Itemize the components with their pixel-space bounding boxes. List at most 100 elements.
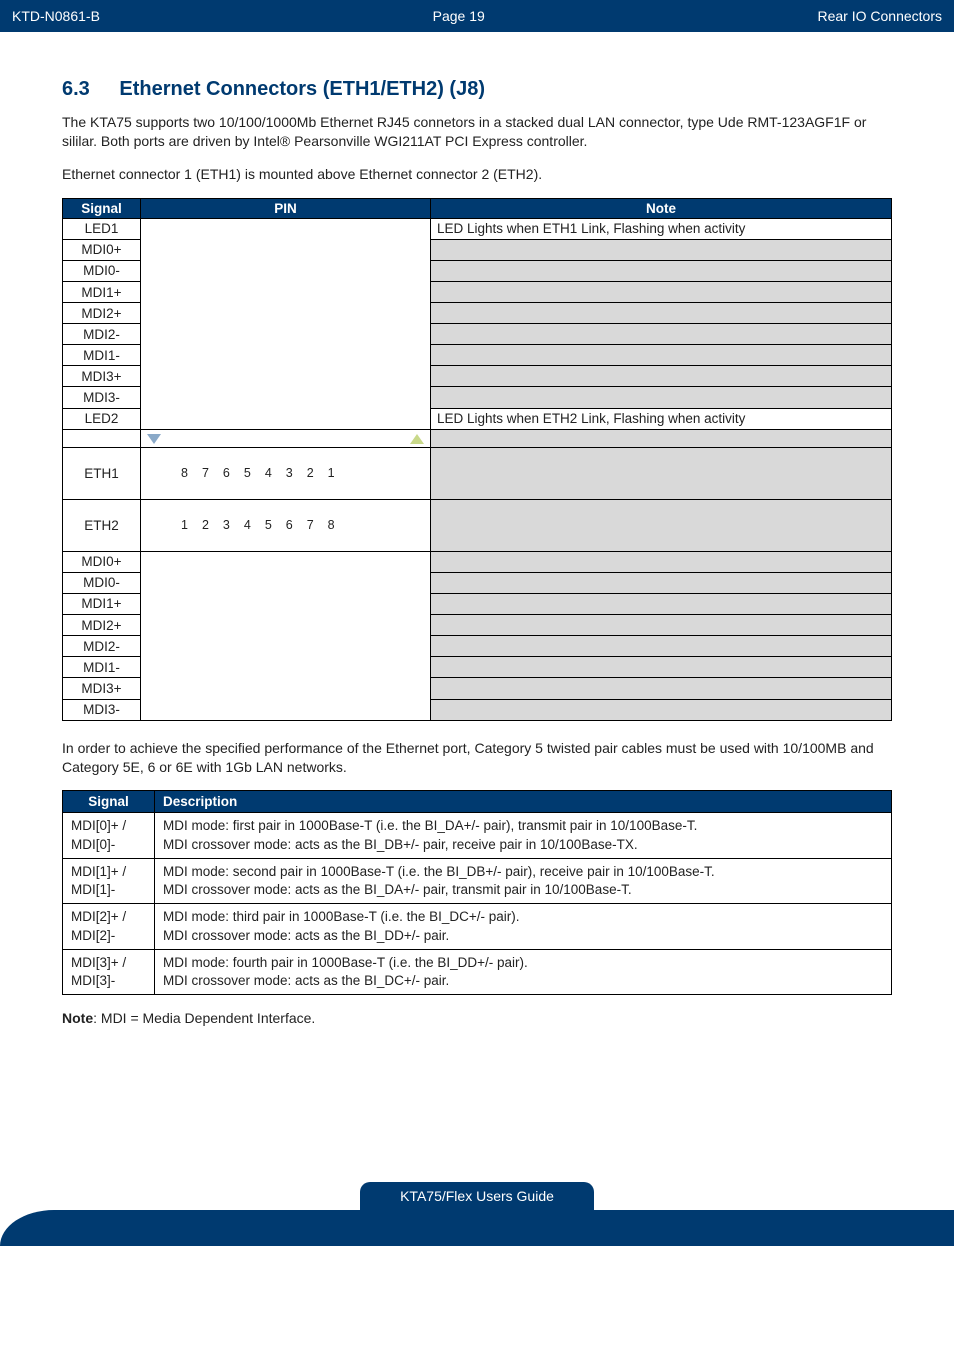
pin-num: 7: [202, 466, 209, 480]
eth2-pin-numbers: 1 2 3 4 5 6 7 8: [181, 518, 335, 532]
note-cell: [431, 429, 892, 447]
pin-num: 4: [265, 466, 272, 480]
note-cell: [431, 499, 892, 551]
desc-signal: MDI[0]+ / MDI[0]-: [63, 813, 155, 858]
pin-num: 7: [307, 518, 314, 532]
section-heading: 6.3 Ethernet Connectors (ETH1/ETH2) (J8): [62, 78, 892, 101]
desc-text: MDI mode: second pair in 1000Base-T (i.e…: [155, 858, 892, 903]
desc-signal: MDI[1]+ / MDI[1]-: [63, 858, 155, 903]
pin-th-pin: PIN: [141, 198, 431, 218]
pin-th-note: Note: [431, 198, 892, 218]
signal-cell: MDI3-: [63, 699, 141, 720]
intro-paragraph-2: Ethernet connector 1 (ETH1) is mounted a…: [62, 165, 892, 184]
signal-cell: MDI1-: [63, 345, 141, 366]
signal-cell: MDI0-: [63, 572, 141, 593]
note-cell: [431, 260, 892, 281]
pin-table: Signal PIN Note LED1 LED Lights when ETH…: [62, 198, 892, 721]
page-number: Page 19: [433, 8, 485, 24]
note-cell: [431, 699, 892, 720]
header-bar: KTD-N0861-B Page 19 Rear IO Connectors: [0, 0, 954, 32]
note-cell: [431, 387, 892, 408]
signal-cell: MDI3-: [63, 387, 141, 408]
eth1-pins-cell: 8 7 6 5 4 3 2 1: [141, 447, 431, 499]
desc-line: MDI mode: third pair in 1000Base-T (i.e.…: [163, 909, 520, 924]
footer-title: KTA75/Flex Users Guide: [360, 1182, 594, 1210]
signal-cell: MDI0+: [63, 239, 141, 260]
signal-cell: MDI0-: [63, 260, 141, 281]
eth1-label: ETH1: [63, 447, 141, 499]
signal-minus: MDI[1]-: [71, 882, 115, 897]
pin-num: 1: [328, 466, 335, 480]
pin-num: 6: [223, 466, 230, 480]
note-cell: [431, 345, 892, 366]
pin-num: 4: [244, 518, 251, 532]
signal-cell: MDI3+: [63, 678, 141, 699]
signal-cell: MDI3+: [63, 366, 141, 387]
section-title: Ethernet Connectors (ETH1/ETH2) (J8): [119, 78, 485, 100]
eth2-pins-cell: 1 2 3 4 5 6 7 8: [141, 499, 431, 551]
note-line: Note: MDI = Media Dependent Interface.: [62, 1009, 892, 1028]
signal-plus: MDI[2]+ /: [71, 909, 126, 924]
note-cell: [431, 366, 892, 387]
table-row: MDI0+: [63, 551, 892, 572]
note-cell: [431, 303, 892, 324]
desc-line: MDI crossover mode: acts as the BI_DB+/-…: [163, 837, 638, 852]
intro-paragraph-1: The KTA75 supports two 10/100/1000Mb Eth…: [62, 113, 892, 151]
page-content: 6.3 Ethernet Connectors (ETH1/ETH2) (J8)…: [0, 32, 954, 1062]
footer-curve: [0, 1210, 954, 1246]
signal-cell: MDI1+: [63, 593, 141, 614]
pin-num: 3: [223, 518, 230, 532]
desc-line: MDI mode: first pair in 1000Base-T (i.e.…: [163, 818, 697, 833]
desc-line: MDI mode: second pair in 1000Base-T (i.e…: [163, 864, 715, 879]
note-cell: [431, 324, 892, 345]
signal-cell: LED2: [63, 408, 141, 429]
pin-num: 2: [307, 466, 314, 480]
pin-num: 3: [286, 466, 293, 480]
desc-text: MDI mode: third pair in 1000Base-T (i.e.…: [155, 904, 892, 949]
pin-num: 8: [328, 518, 335, 532]
desc-line: MDI crossover mode: acts as the BI_DA+/-…: [163, 882, 632, 897]
triangle-up-icon: [410, 434, 424, 444]
signal-minus: MDI[2]-: [71, 928, 115, 943]
desc-text: MDI mode: fourth pair in 1000Base-T (i.e…: [155, 949, 892, 994]
desc-signal: MDI[3]+ / MDI[3]-: [63, 949, 155, 994]
note-cell: [431, 447, 892, 499]
signal-cell: MDI2-: [63, 324, 141, 345]
signal-cell: MDI1+: [63, 281, 141, 302]
after-table-paragraph: In order to achieve the specified perfor…: [62, 739, 892, 777]
note-label: Note: [62, 1010, 93, 1026]
signal-cell: MDI0+: [63, 551, 141, 572]
pin-num: 8: [181, 466, 188, 480]
footer: KTA75/Flex Users Guide: [0, 1182, 954, 1210]
signal-cell: MDI2+: [63, 615, 141, 636]
signal-cell: LED1: [63, 218, 141, 239]
pin-num: 5: [244, 466, 251, 480]
signal-cell: MDI1-: [63, 657, 141, 678]
signal-plus: MDI[0]+ /: [71, 818, 126, 833]
pin-th-signal: Signal: [63, 198, 141, 218]
signal-cell: MDI2+: [63, 303, 141, 324]
note-text: : MDI = Media Dependent Interface.: [93, 1010, 315, 1026]
note-cell: [431, 657, 892, 678]
note-cell: [431, 281, 892, 302]
note-cell: [431, 678, 892, 699]
note-cell: LED Lights when ETH1 Link, Flashing when…: [431, 218, 892, 239]
signal-minus: MDI[0]-: [71, 837, 115, 852]
section-number: 6.3: [62, 78, 90, 100]
eth2-row: ETH2 1 2 3 4 5 6 7 8: [63, 499, 892, 551]
eth1-pin-numbers: 8 7 6 5 4 3 2 1: [181, 466, 335, 480]
desc-signal: MDI[2]+ / MDI[2]-: [63, 904, 155, 949]
table-row: MDI[3]+ / MDI[3]- MDI mode: fourth pair …: [63, 949, 892, 994]
pin-num: 6: [286, 518, 293, 532]
note-cell: [431, 239, 892, 260]
pin-diagram-top: [141, 218, 431, 429]
note-cell: [431, 615, 892, 636]
desc-line: MDI mode: fourth pair in 1000Base-T (i.e…: [163, 955, 528, 970]
note-cell: LED Lights when ETH2 Link, Flashing when…: [431, 408, 892, 429]
triangle-down-icon: [147, 434, 161, 444]
desc-th-description: Description: [155, 791, 892, 813]
section-label: Rear IO Connectors: [818, 8, 954, 24]
arrow-row: [63, 429, 892, 447]
arrow-cell: [141, 429, 431, 447]
empty-cell: [63, 429, 141, 447]
